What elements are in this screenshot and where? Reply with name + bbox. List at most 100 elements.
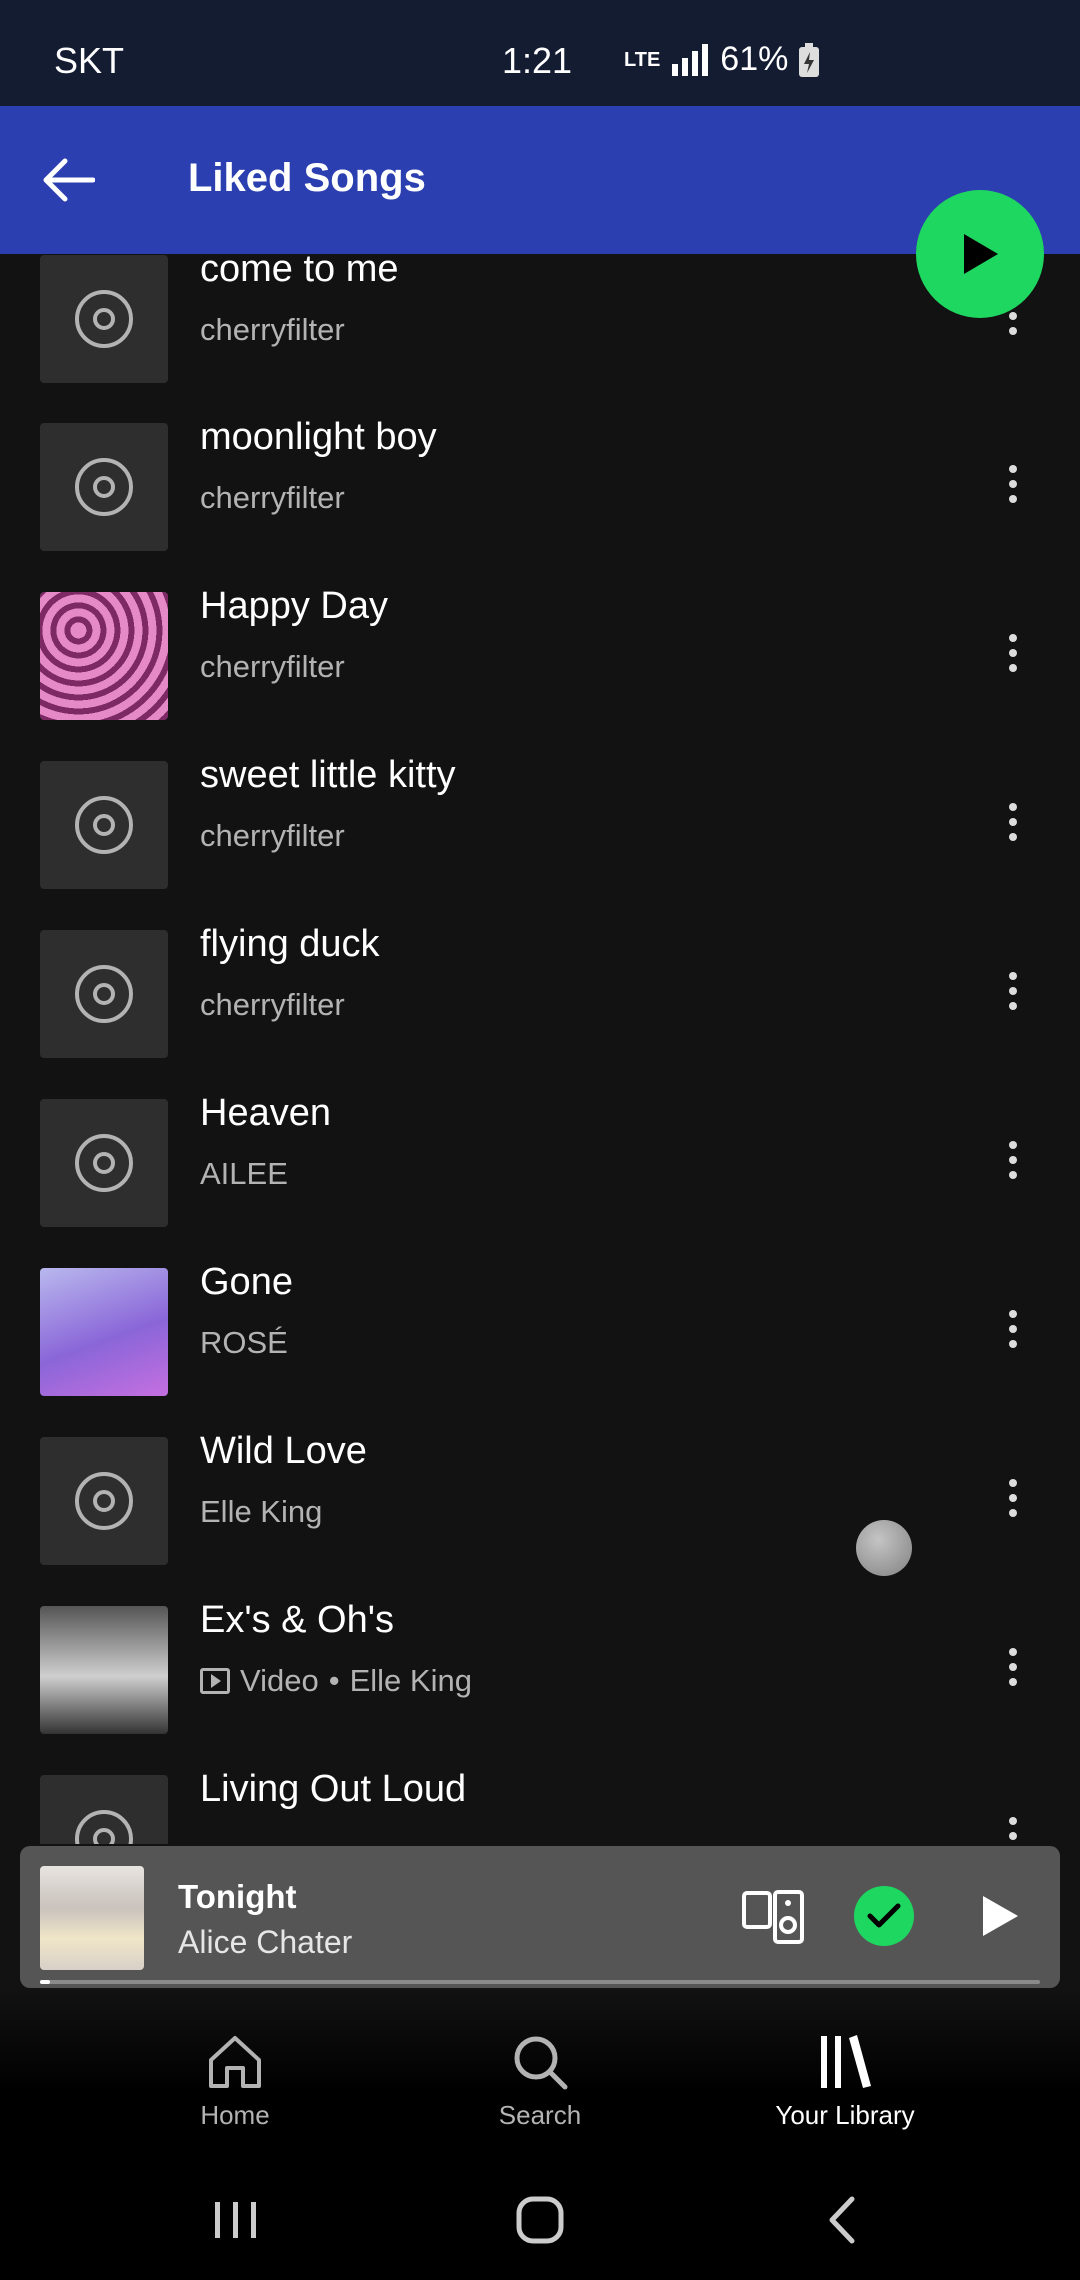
media-type-label: Video: [240, 1663, 319, 1698]
more-options-icon[interactable]: [990, 1289, 1036, 1369]
touch-indicator: [856, 1520, 912, 1576]
album-art: [40, 1437, 168, 1565]
nav-home[interactable]: Home: [135, 2032, 335, 2131]
nav-library[interactable]: Your Library: [745, 2032, 945, 2131]
album-art: [40, 930, 168, 1058]
song-artist: Elle King: [349, 1663, 472, 1698]
song-row[interactable]: sweet little kitty cherryfilter: [0, 744, 1080, 894]
battery-percent: 61%: [720, 40, 789, 78]
recent-apps-icon: [215, 2202, 256, 2238]
status-icons: LTE 61%: [624, 40, 820, 79]
signal-icon: [672, 43, 709, 76]
song-title: moonlight boy: [200, 416, 437, 458]
more-options-icon[interactable]: [990, 1627, 1036, 1707]
disc-icon: [75, 1810, 133, 1844]
chevron-left-icon: [829, 2196, 855, 2244]
arrow-left-icon: [43, 158, 95, 202]
nav-search[interactable]: Search: [440, 2032, 640, 2131]
network-type-label: LTE: [624, 48, 661, 71]
song-artist: AILEE: [200, 1156, 288, 1191]
more-options-icon[interactable]: [990, 444, 1036, 524]
home-circle-icon: [516, 2196, 564, 2244]
song-title: flying duck: [200, 923, 380, 965]
song-title: Heaven: [200, 1092, 331, 1134]
album-art: [40, 1775, 168, 1844]
liked-button[interactable]: [854, 1886, 914, 1946]
library-icon: [821, 2035, 871, 2088]
album-art: [40, 255, 168, 383]
song-artist: cherryfilter: [200, 987, 345, 1022]
video-icon: [200, 1668, 230, 1694]
recent-apps-button[interactable]: [196, 2186, 276, 2254]
album-art: [40, 1606, 168, 1734]
now-playing-bar[interactable]: Tonight Alice Chater: [20, 1846, 1060, 1988]
mini-play-button[interactable]: [968, 1884, 1032, 1948]
check-icon: [867, 1903, 901, 1928]
search-icon: [514, 2036, 568, 2090]
song-title: Gone: [200, 1261, 293, 1303]
disc-icon: [75, 965, 133, 1023]
clock: 1:21: [502, 40, 573, 81]
nav-home-label: Home: [200, 2100, 270, 2130]
song-row[interactable]: Happy Day cherryfilter: [0, 575, 1080, 725]
song-subtitle: Video • Elle King: [200, 1663, 472, 1699]
song-title: sweet little kitty: [200, 754, 456, 796]
album-art: [40, 1099, 168, 1227]
disc-icon: [75, 796, 133, 854]
disc-icon: [75, 290, 133, 348]
album-art: [40, 1268, 168, 1396]
home-system-button[interactable]: [500, 2186, 580, 2254]
now-playing-artist: Alice Chater: [178, 1924, 353, 1960]
song-row[interactable]: flying duck cherryfilter: [0, 913, 1080, 1063]
connect-device-button[interactable]: [740, 1888, 806, 1946]
now-playing-album-art: [40, 1866, 144, 1970]
bottom-nav: Home Search Your Library: [0, 1988, 1080, 2160]
song-artist: Elle King: [200, 1494, 323, 1529]
more-options-icon[interactable]: [990, 1796, 1036, 1844]
nav-library-label: Your Library: [775, 2100, 915, 2130]
more-options-icon[interactable]: [990, 613, 1036, 693]
song-row[interactable]: come to me cherryfilter: [0, 254, 1080, 388]
back-system-button[interactable]: [802, 2186, 882, 2254]
song-row[interactable]: Heaven AILEE: [0, 1082, 1080, 1232]
playback-progress-bar: [40, 1980, 1040, 1984]
battery-charging-icon: [799, 42, 820, 77]
page-title: Liked Songs: [188, 156, 426, 200]
song-list: come to me cherryfilter moonlight boy ch…: [0, 254, 1080, 1844]
song-title: Living Out Loud: [200, 1768, 467, 1810]
home-icon: [209, 2036, 261, 2088]
song-title: Wild Love: [200, 1430, 367, 1472]
album-art: [40, 423, 168, 551]
app-header: Liked Songs: [0, 106, 1080, 254]
playback-progress-fill: [40, 1980, 50, 1984]
back-button[interactable]: [30, 142, 106, 218]
devices-icon: [742, 1890, 804, 1944]
song-title: Happy Day: [200, 585, 388, 627]
song-row[interactable]: moonlight boy cherryfilter: [0, 406, 1080, 556]
disc-icon: [75, 1472, 133, 1530]
more-options-icon[interactable]: [990, 782, 1036, 862]
song-artist: cherryfilter: [200, 818, 345, 853]
nav-search-label: Search: [498, 2100, 582, 2130]
carrier-label: SKT: [54, 40, 125, 81]
more-options-icon[interactable]: [990, 1458, 1036, 1538]
shuffle-play-button[interactable]: [916, 190, 1044, 318]
disc-icon: [75, 458, 133, 516]
song-artist: cherryfilter: [200, 312, 345, 347]
more-options-icon[interactable]: [990, 951, 1036, 1031]
disc-icon: [75, 1134, 133, 1192]
song-row[interactable]: Wild Love Elle King: [0, 1420, 1080, 1570]
more-options-icon[interactable]: [990, 1120, 1036, 1200]
separator-dot: •: [328, 1663, 340, 1698]
now-playing-title: Tonight: [178, 1878, 297, 1915]
play-icon: [983, 1896, 1018, 1936]
status-bar: SKT 1:21 LTE 61%: [0, 0, 1080, 106]
play-icon: [964, 234, 998, 274]
song-title: Ex's & Oh's: [200, 1599, 395, 1641]
song-row[interactable]: Ex's & Oh's Video • Elle King: [0, 1589, 1080, 1739]
song-row[interactable]: Living Out Loud: [0, 1758, 1080, 1844]
song-artist: ROSÉ: [200, 1325, 288, 1360]
song-title: come to me: [200, 254, 399, 290]
album-art: [40, 592, 168, 720]
song-row[interactable]: Gone ROSÉ: [0, 1251, 1080, 1401]
